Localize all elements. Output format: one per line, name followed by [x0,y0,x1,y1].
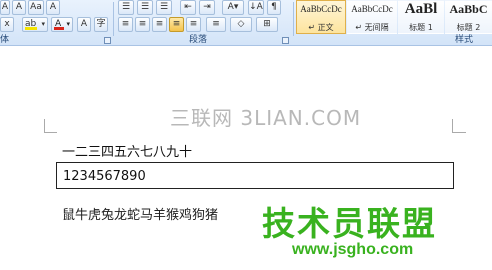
paragraph-group-label: 段落 [189,35,208,45]
style-name: 标题 1 [409,23,433,32]
enclose-characters-button[interactable]: 字 [94,17,108,32]
font-dialog-launcher-icon[interactable] [104,37,111,44]
enclose-characters-icon: 字 [96,19,106,29]
chevron-down-icon: ▾ [41,20,45,28]
crop-mark [44,132,57,133]
shading-icon: ◇ [237,19,245,29]
bullets-icon: ☰ [121,2,131,12]
align-center-icon: ≡ [138,19,147,29]
style-heading-1[interactable]: AaBl 标题 1 [398,0,444,34]
shrink-font-icon: A [15,2,23,12]
highlight-button[interactable]: ab ▾ [22,17,48,32]
crop-mark [452,132,466,133]
style-preview: AaBbC [449,2,488,16]
align-center-button[interactable]: ≡ [135,17,150,32]
line-spacing-button[interactable]: ≡ [206,17,226,32]
justify-icon: ≡ [172,19,181,29]
logo-watermark-url: www.jsgho.com [292,241,414,258]
chevron-down-icon: ▾ [66,20,70,28]
grow-font-icon: A [1,2,9,12]
style-name: ↵ 无间隔 [355,23,389,32]
style-no-spacing[interactable]: AaBbCcDc ↵ 无间隔 [347,0,397,34]
text-line-numbers-chinese[interactable]: 一二三四五六七八九十 [62,141,192,160]
multilevel-list-icon: ☰ [159,2,169,12]
style-name: ↵ 正文 [308,23,334,32]
style-preview: AaBbCcDc [351,4,393,14]
sort-button[interactable]: ↓A [248,0,264,15]
character-shading-icon: A [80,19,88,29]
bullets-button[interactable]: ☰ [118,0,134,15]
subscript-icon: x [4,19,10,29]
borders-icon: ⊞ [263,19,271,29]
change-case-button[interactable]: Aa [28,0,44,15]
numbering-icon: ☰ [140,2,150,12]
font-group-label: 体 [0,35,10,45]
align-left-button[interactable]: ≡ [118,17,133,32]
crop-mark [452,119,453,133]
styles-group-label: 样式 [455,35,474,45]
bordered-text: 1234567890 [63,169,146,184]
chinese-layout-button[interactable]: A▾ [222,0,244,15]
text-line-zodiac[interactable]: 鼠牛虎兔龙蛇马羊猴鸡狗猪 [62,204,218,223]
distributed-icon: ≡ [189,19,198,29]
clear-format-button[interactable]: A [46,0,60,15]
sort-icon: ↓A [249,2,263,12]
bordered-paragraph[interactable]: 1234567890 [56,162,454,189]
decrease-indent-icon: ⇤ [184,2,192,12]
decrease-indent-button[interactable]: ⇤ [180,0,196,15]
clear-format-icon: A [49,2,57,12]
style-heading-2[interactable]: AaBbC 标题 2 [445,0,492,34]
justify-button[interactable]: ≡ [169,17,184,32]
distributed-button[interactable]: ≡ [186,17,201,32]
document-page[interactable]: 三联网 3LIAN.COM 一二三四五六七八九十 1234567890 鼠牛虎兔… [0,47,492,270]
line-spacing-icon: ≡ [212,19,220,29]
multilevel-list-button[interactable]: ☰ [156,0,172,15]
grow-font-button[interactable]: A [0,0,10,15]
change-case-icon: Aa [30,2,42,12]
show-marks-button[interactable]: ¶ [267,0,281,15]
style-preview: AaBbCcDc [300,4,342,14]
style-normal[interactable]: AaBbCcDc ↵ 正文 [296,0,346,34]
font-color-swatch [54,27,64,30]
align-right-button[interactable]: ≡ [152,17,167,32]
align-left-icon: ≡ [121,19,130,29]
borders-button[interactable]: ⊞ [256,17,278,32]
increase-indent-button[interactable]: ⇥ [199,0,215,15]
paragraph-dialog-launcher-icon[interactable] [282,37,289,44]
increase-indent-icon: ⇥ [203,2,211,12]
style-preview: AaBl [404,1,438,17]
character-shading-button[interactable]: A [77,17,91,32]
font-color-button[interactable]: A ▾ [51,17,73,32]
align-right-icon: ≡ [155,19,164,29]
logo-watermark-text: 技术员联盟 [262,204,437,243]
highlight-color-swatch [25,27,37,30]
site-watermark: 三联网 3LIAN.COM [170,106,362,130]
style-name: 标题 2 [456,23,481,32]
crop-mark [44,119,45,133]
subscript-button[interactable]: x [0,17,14,32]
group-separator [113,2,114,36]
pilcrow-icon: ¶ [271,2,277,12]
numbering-button[interactable]: ☰ [137,0,153,15]
group-separator [293,2,294,36]
ribbon: A A Aa A x ab ▾ A ▾ A 字 体 ☰ ☰ ☰ ⇤ ⇥ A▾ ↓… [0,0,492,46]
chinese-layout-icon: A▾ [227,2,239,12]
shrink-font-button[interactable]: A [12,0,26,15]
word-window: A A Aa A x ab ▾ A ▾ A 字 体 ☰ ☰ ☰ ⇤ ⇥ A▾ ↓… [0,0,492,270]
shading-button[interactable]: ◇ [230,17,252,32]
